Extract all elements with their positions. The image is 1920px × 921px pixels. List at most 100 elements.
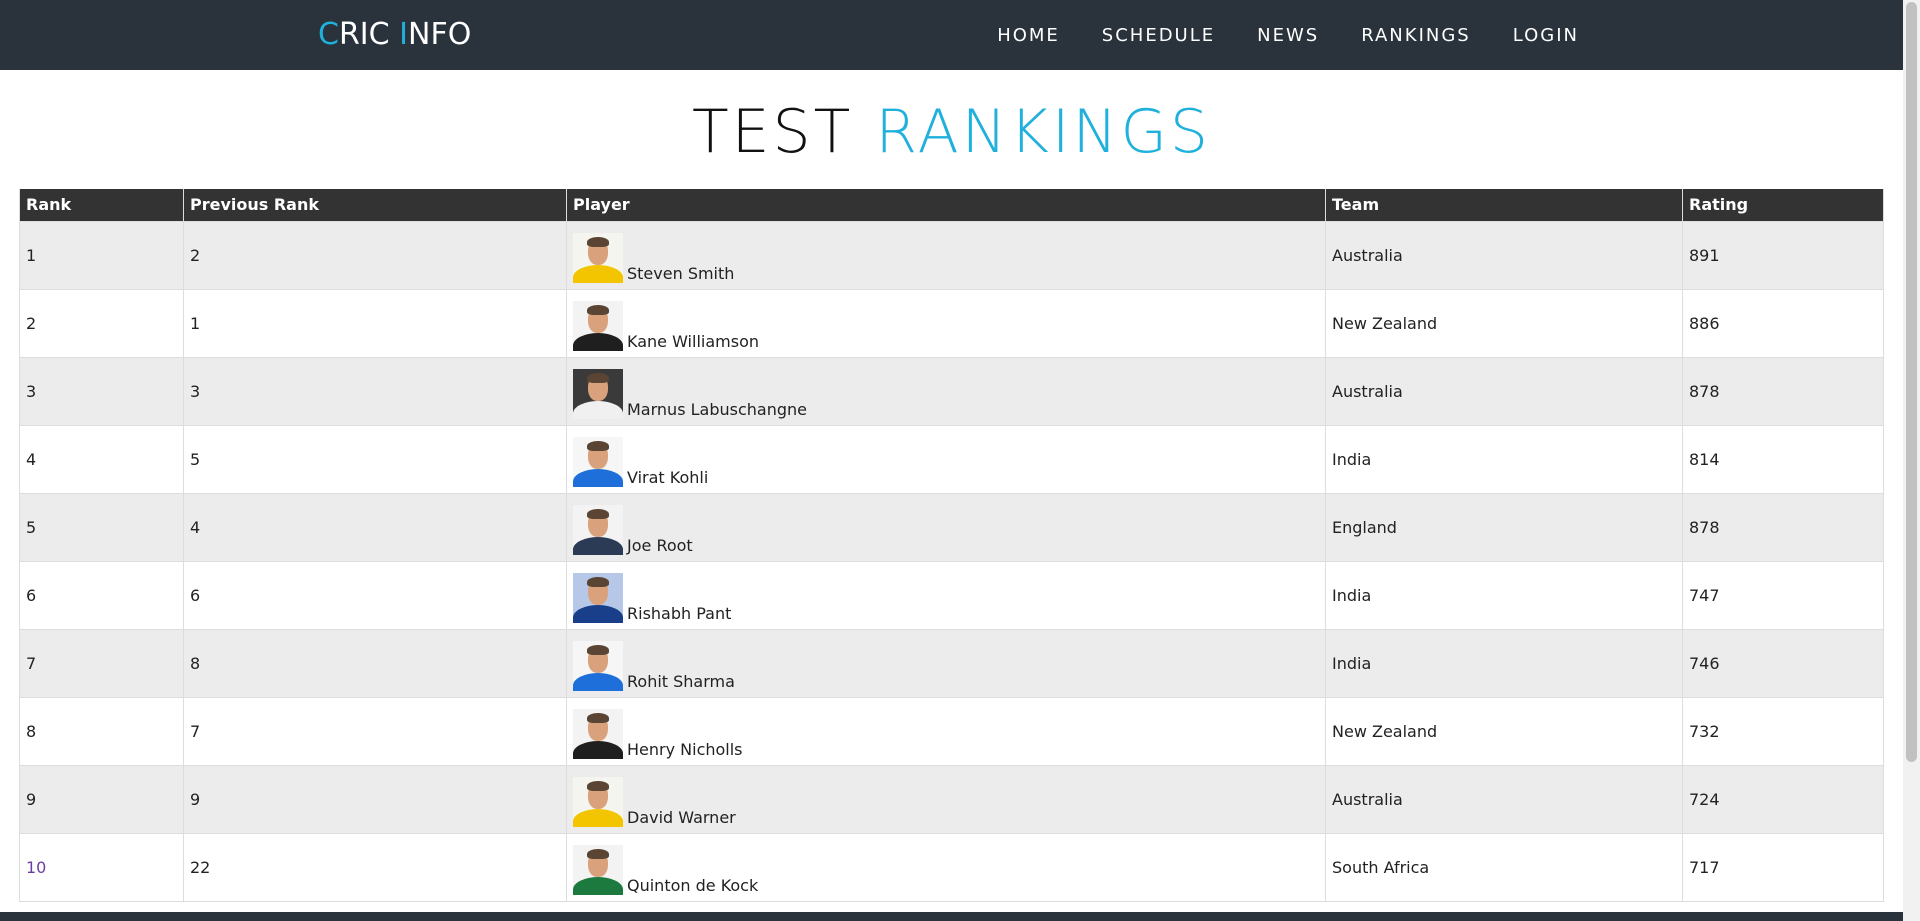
team-cell: Australia [1325,356,1683,426]
player-cell: Marnus Labuschangne [566,356,1326,426]
vertical-scrollbar[interactable] [1903,0,1920,921]
player-photo-hair [587,576,609,587]
rank-cell: 4 [19,424,184,494]
rank-cell: 6 [19,560,184,630]
table-row: 4 5 Virat Kohli India 814 [19,424,1884,494]
player-info: Henry Nicholls [573,698,1319,765]
player-cell: Rohit Sharma [566,628,1326,698]
nav-home-link[interactable]: HOME [997,25,1060,46]
previous-rank-cell: 2 [183,220,567,290]
nav-news-link[interactable]: NEWS [1257,25,1319,46]
player-photo-shirt [573,604,623,623]
rank-cell: 3 [19,356,184,426]
team-cell: England [1325,492,1683,562]
rank-cell: 2 [19,288,184,358]
player-photo-hair [587,440,609,451]
player-photo [573,572,623,623]
rating-cell: 717 [1682,832,1884,902]
player-photo-hair [587,712,609,723]
table-header: Rank Previous Rank Player Team Rating [19,189,1884,222]
player-cell: David Warner [566,764,1326,834]
player-photo [573,640,623,691]
player-photo [573,436,623,487]
player-name: Quinton de Kock [627,875,759,895]
brand-accent-letter: C [318,17,339,52]
player-photo [573,368,623,419]
brand-text: RIC [338,17,400,52]
table-row: 9 9 David Warner Australia 724 [19,764,1884,834]
team-cell: New Zealand [1325,696,1683,766]
scrollbar-thumb[interactable] [1906,2,1917,762]
player-photo-hair [587,304,609,315]
rating-cell: 747 [1682,560,1884,630]
player-info: Steven Smith [573,222,1319,289]
nav-schedule-link[interactable]: SCHEDULE [1102,25,1215,46]
player-cell: Rishabh Pant [566,560,1326,630]
rank-cell: 5 [19,492,184,562]
player-photo-hair [587,644,609,655]
team-cell: Australia [1325,764,1683,834]
table-row: 3 3 Marnus Labuschangne Australia 878 [19,356,1884,426]
brand-accent-letter: I [399,17,408,52]
rank-cell: 8 [19,696,184,766]
team-cell: India [1325,628,1683,698]
previous-rank-cell: 3 [183,356,567,426]
player-photo-hair [587,780,609,791]
player-name: Marnus Labuschangne [627,399,807,419]
player-photo-shirt [573,264,623,283]
player-photo [573,300,623,351]
team-cell: New Zealand [1325,288,1683,358]
brand-text: NFO [408,17,472,52]
player-photo-shirt [573,400,623,419]
player-name: Rohit Sharma [627,671,735,691]
footer [0,912,1903,921]
navbar: CRIC INFO HOME SCHEDULE NEWS RANKINGS LO… [0,0,1903,70]
player-info: Rohit Sharma [573,630,1319,697]
player-photo [573,708,623,759]
player-info: Rishabh Pant [573,562,1319,629]
player-cell: Steven Smith [566,220,1326,290]
rating-cell: 732 [1682,696,1884,766]
player-photo [573,776,623,827]
team-cell: Australia [1325,220,1683,290]
page-title-prefix: TEST [691,97,876,167]
nav-rankings-link[interactable]: RANKINGS [1361,25,1471,46]
table-row: 1 2 Steven Smith Australia 891 [19,220,1884,290]
previous-rank-cell: 22 [183,832,567,902]
player-photo-shirt [573,672,623,691]
table-header-row: Rank Previous Rank Player Team Rating [19,189,1884,222]
rating-cell: 814 [1682,424,1884,494]
player-name: Virat Kohli [627,467,709,487]
previous-rank-cell: 7 [183,696,567,766]
player-name: Steven Smith [627,263,735,283]
team-cell: India [1325,560,1683,630]
player-photo-shirt [573,332,623,351]
brand-logo[interactable]: CRIC INFO [318,15,471,55]
team-cell: India [1325,424,1683,494]
table-body: 1 2 Steven Smith Australia 891 2 1 Kane William… [19,220,1884,902]
player-info: Marnus Labuschangne [573,358,1319,425]
rank-cell: 1 [19,220,184,290]
rankings-table-container: Rank Previous Rank Player Team Rating 12… [19,189,1884,902]
previous-rank-cell: 6 [183,560,567,630]
player-cell: Henry Nicholls [566,696,1326,766]
player-photo-shirt [573,740,623,759]
rating-cell: 878 [1682,492,1884,562]
nav-login-link[interactable]: LOGIN [1513,25,1579,46]
rank-cell: 10 [19,832,184,902]
rating-cell: 746 [1682,628,1884,698]
player-photo-shirt [573,536,623,555]
page: CRIC INFO HOME SCHEDULE NEWS RANKINGS LO… [0,0,1903,921]
rating-cell: 886 [1682,288,1884,358]
player-photo-hair [587,236,609,247]
page-title: TEST RANKINGS [0,96,1903,168]
player-info: Joe Root [573,494,1319,561]
rating-cell: 724 [1682,764,1884,834]
player-photo-hair [587,848,609,859]
column-header-team: Team [1325,189,1683,222]
player-cell: Quinton de Kock [566,832,1326,902]
player-photo-shirt [573,808,623,827]
player-photo-hair [587,372,609,383]
player-name: Rishabh Pant [627,603,732,623]
player-name: Kane Williamson [627,331,759,351]
